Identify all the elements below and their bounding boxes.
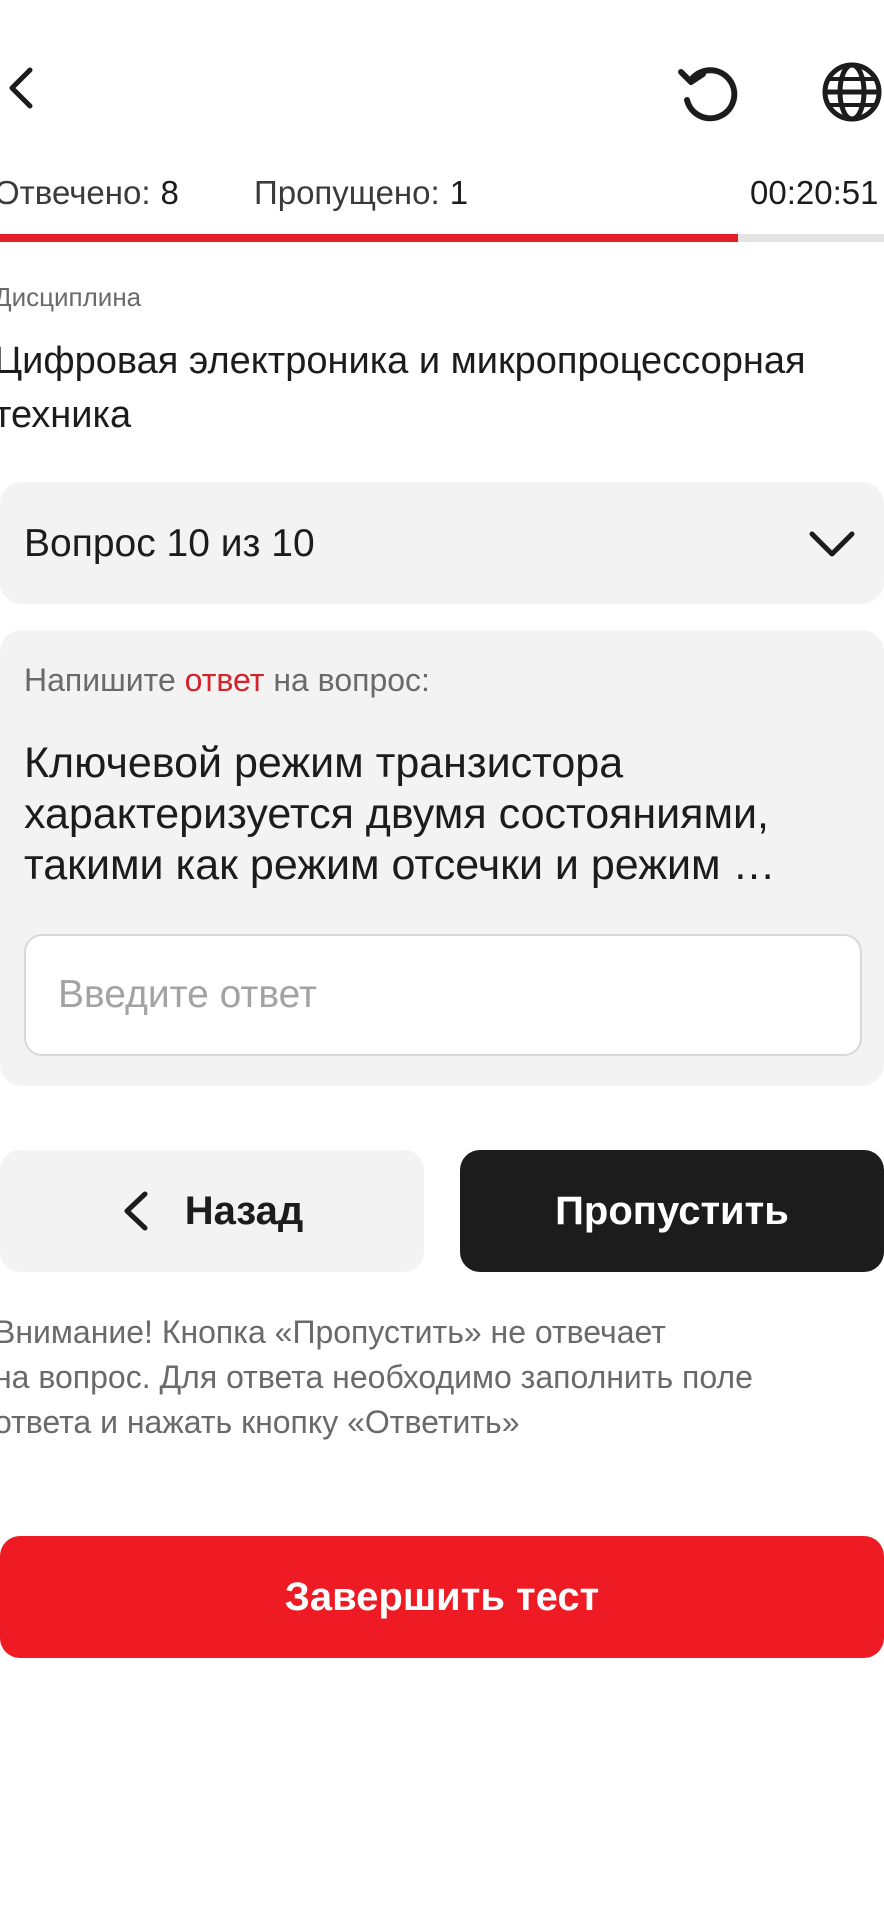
back-button[interactable]: Назад xyxy=(0,1150,424,1272)
globe-icon[interactable] xyxy=(820,60,884,124)
progress-fill xyxy=(0,234,739,242)
chevron-down-icon xyxy=(806,524,858,564)
prompt-before: Напишите xyxy=(24,662,185,698)
back-button-label: Назад xyxy=(184,1188,304,1233)
answered-count: 8 xyxy=(160,174,179,211)
timer: 00:20:51 xyxy=(750,174,879,211)
question-selector[interactable]: Вопрос 10 из 10 xyxy=(0,482,884,604)
answered-stat: Отвечено: 8 xyxy=(0,174,179,212)
back-icon[interactable] xyxy=(0,58,48,118)
question-selector-label: Вопрос 10 из 10 xyxy=(24,522,315,565)
question-text-line: такими как режим отсечки и режим … xyxy=(24,841,776,889)
question-prompt: Напишите ответ на вопрос: xyxy=(24,662,430,699)
skip-button-label: Пропустить xyxy=(555,1188,789,1233)
warning-text: Внимание! Кнопка «Пропустить» не отвечае… xyxy=(0,1310,884,1445)
skip-button[interactable]: Пропустить xyxy=(460,1150,884,1272)
question-text-line: Ключевой режим транзистора xyxy=(24,739,624,787)
finish-test-button-label: Завершить тест xyxy=(284,1574,600,1619)
warning-line: ответа и нажать кнопку «Ответить» xyxy=(0,1404,520,1440)
question-text-line: характеризуется двумя состояниями, xyxy=(24,790,769,838)
prompt-after: на вопрос: xyxy=(264,662,430,698)
progress-bar xyxy=(0,234,884,242)
discipline-label: Дисциплина xyxy=(0,282,142,312)
answer-input[interactable] xyxy=(24,934,862,1056)
warning-line: Внимание! Кнопка «Пропустить» не отвечае… xyxy=(0,1314,666,1350)
skipped-label: Пропущено: xyxy=(254,174,440,211)
prompt-accent: ответ xyxy=(184,662,265,698)
warning-line: на вопрос. Для ответа необходимо заполни… xyxy=(0,1359,753,1395)
question-text: Ключевой режим транзистора характеризует… xyxy=(24,738,864,891)
skipped-stat: Пропущено: 1 xyxy=(254,174,468,212)
answered-label: Отвечено: xyxy=(0,174,151,211)
chevron-left-icon xyxy=(121,1190,151,1232)
question-card: Напишите ответ на вопрос: Ключевой режим… xyxy=(0,630,884,1086)
skipped-count: 1 xyxy=(449,174,469,211)
discipline-value: Цифровая электроника и микропроцессорная… xyxy=(0,340,806,436)
refresh-icon[interactable] xyxy=(675,60,743,128)
finish-test-button[interactable]: Завершить тест xyxy=(0,1536,884,1658)
